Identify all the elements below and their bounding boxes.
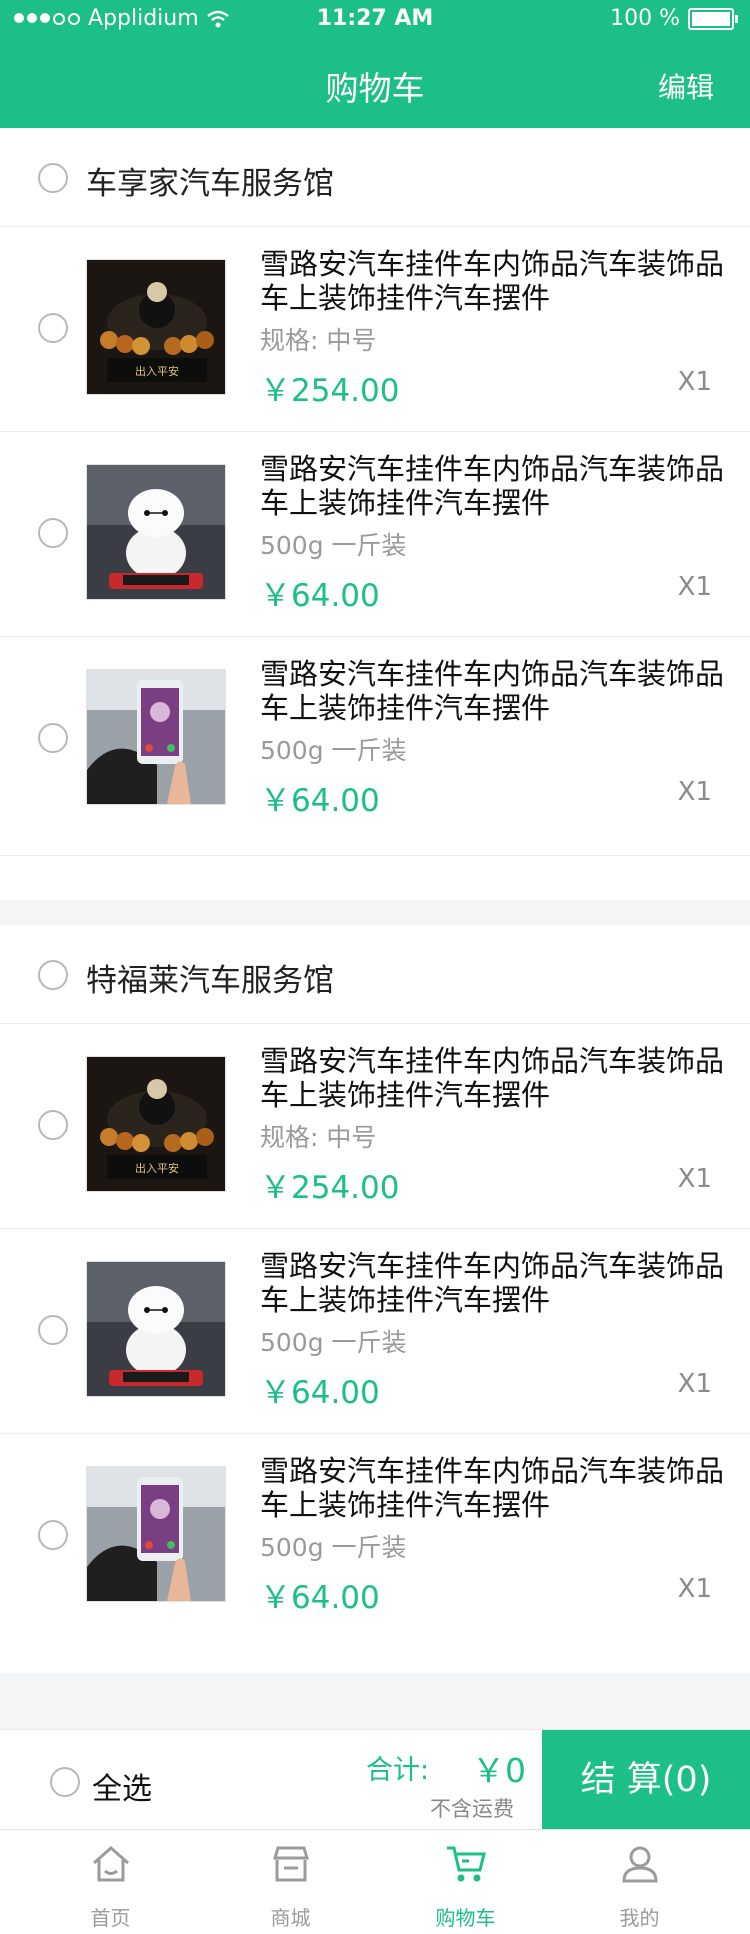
store-section: 车享家汽车服务馆 出入平安 雪路安汽车挂件车内饰品汽车装饰品 车上装饰挂件汽车摆… <box>0 128 750 900</box>
status-bar: Applidium 11:27 AM 100 % <box>0 0 750 40</box>
item-select-radio[interactable] <box>38 723 68 753</box>
item-price: ￥64.00 <box>260 783 380 819</box>
item-quantity: X1 <box>677 1574 712 1604</box>
header: Applidium 11:27 AM 100 % 购物车 编辑 <box>0 0 750 128</box>
checkout-bar: 全选 合计: ￥0 不含运费 结 算(0) <box>0 1729 750 1830</box>
phone-holder-image <box>86 1466 226 1602</box>
store-header: 特福莱汽车服务馆 <box>0 925 750 1024</box>
item-price: ￥254.00 <box>260 373 400 409</box>
select-all-label[interactable]: 全选 <box>92 1764 152 1808</box>
item-quantity: X1 <box>677 1369 712 1399</box>
item-title[interactable]: 雪路安汽车挂件车内饰品汽车装饰品 车上装饰挂件汽车摆件 <box>260 657 730 725</box>
item-spec: 500g 一斤装 <box>260 736 407 765</box>
tab-store[interactable]: 商城 <box>197 1830 384 1934</box>
cart-item[interactable]: 雪路安汽车挂件车内饰品汽车装饰品 车上装饰挂件汽车摆件 500g 一斤装 ￥64… <box>0 432 750 637</box>
item-title[interactable]: 雪路安汽车挂件车内饰品汽车装饰品 车上装饰挂件汽车摆件 <box>260 1454 730 1522</box>
store-select-radio[interactable] <box>38 163 68 193</box>
buddha-ornament-image: 出入平安 <box>86 259 226 395</box>
item-price: ￥64.00 <box>260 1375 380 1411</box>
item-title[interactable]: 雪路安汽车挂件车内饰品汽车装饰品 车上装饰挂件汽车摆件 <box>260 1044 730 1112</box>
item-select-radio[interactable] <box>38 1110 68 1140</box>
item-select-radio[interactable] <box>38 1520 68 1550</box>
tab-profile[interactable]: 我的 <box>546 1830 733 1934</box>
cart-icon <box>447 1846 486 1882</box>
item-quantity: X1 <box>677 572 712 602</box>
item-quantity: X1 <box>677 777 712 807</box>
tab-home[interactable]: 首页 <box>17 1830 204 1934</box>
store-header: 车享家汽车服务馆 <box>0 128 750 227</box>
tab-label: 购物车 <box>435 1906 496 1930</box>
user-icon <box>622 1846 658 1883</box>
item-select-radio[interactable] <box>38 518 68 548</box>
tab-cart[interactable]: 购物车 <box>372 1830 559 1934</box>
store-icon <box>272 1846 310 1882</box>
cart-item[interactable]: 雪路安汽车挂件车内饰品汽车装饰品 车上装饰挂件汽车摆件 500g 一斤装 ￥64… <box>0 637 750 856</box>
cart-item[interactable]: 出入平安 雪路安汽车挂件车内饰品汽车装饰品 车上装饰挂件汽车摆件 规格: 中号 … <box>0 1024 750 1229</box>
total-value: ￥0 <box>472 1751 526 1790</box>
shipping-note: 不含运费 <box>430 1797 514 1821</box>
item-quantity: X1 <box>677 367 712 397</box>
checkout-button[interactable]: 结 算(0) <box>542 1730 750 1830</box>
status-right: 100 % <box>610 6 738 31</box>
item-title[interactable]: 雪路安汽车挂件车内饰品汽车装饰品 车上装饰挂件汽车摆件 <box>260 1249 730 1317</box>
home-icon <box>93 1845 129 1882</box>
store-name: 特福莱汽车服务馆 <box>86 963 334 999</box>
item-title[interactable]: 雪路安汽车挂件车内饰品汽车装饰品 车上装饰挂件汽车摆件 <box>260 247 730 315</box>
item-spec: 500g 一斤装 <box>260 531 407 560</box>
item-title[interactable]: 雪路安汽车挂件车内饰品汽车装饰品 车上装饰挂件汽车摆件 <box>260 452 730 520</box>
cart-item[interactable]: 出入平安 雪路安汽车挂件车内饰品汽车装饰品 车上装饰挂件汽车摆件 规格: 中号 … <box>0 227 750 432</box>
svg-text:出入平安: 出入平安 <box>135 1161 179 1175</box>
item-select-radio[interactable] <box>38 1315 68 1345</box>
item-spec: 500g 一斤装 <box>260 1533 407 1562</box>
battery-level: 100 % <box>610 6 680 31</box>
baymax-doll-image <box>86 464 226 600</box>
item-quantity: X1 <box>677 1164 712 1194</box>
item-price: ￥254.00 <box>260 1170 400 1206</box>
cart-item[interactable]: 雪路安汽车挂件车内饰品汽车装饰品 车上装饰挂件汽车摆件 500g 一斤装 ￥64… <box>0 1229 750 1434</box>
cart-item[interactable]: 雪路安汽车挂件车内饰品汽车装饰品 车上装饰挂件汽车摆件 500g 一斤装 ￥64… <box>0 1434 750 1652</box>
baymax-doll-image <box>86 1261 226 1397</box>
item-spec: 规格: 中号 <box>260 326 377 355</box>
store-name: 车享家汽车服务馆 <box>86 166 334 202</box>
store-select-radio[interactable] <box>38 960 68 990</box>
page-title: 购物车 <box>325 69 425 108</box>
phone-holder-image <box>86 669 226 805</box>
item-price: ￥64.00 <box>260 578 380 614</box>
store-section: 特福莱汽车服务馆 出入平安 雪路安汽车挂件车内饰品汽车装饰品 车上装饰挂件汽车摆… <box>0 925 750 1673</box>
select-all-radio[interactable] <box>50 1767 80 1797</box>
buddha-ornament-image: 出入平安 <box>86 1056 226 1192</box>
tab-label: 我的 <box>619 1906 660 1930</box>
item-price: ￥64.00 <box>260 1580 380 1616</box>
battery-icon <box>688 7 738 30</box>
edit-button[interactable]: 编辑 <box>658 66 714 106</box>
tab-label: 首页 <box>90 1906 131 1930</box>
tab-bar: 首页 商城 购物车 我的 <box>0 1829 750 1934</box>
tab-label: 商城 <box>270 1906 311 1930</box>
item-spec: 规格: 中号 <box>260 1123 377 1152</box>
svg-text:出入平安: 出入平安 <box>135 364 179 378</box>
total-label: 合计: <box>366 1755 430 1786</box>
item-select-radio[interactable] <box>38 313 68 343</box>
item-spec: 500g 一斤装 <box>260 1328 407 1357</box>
